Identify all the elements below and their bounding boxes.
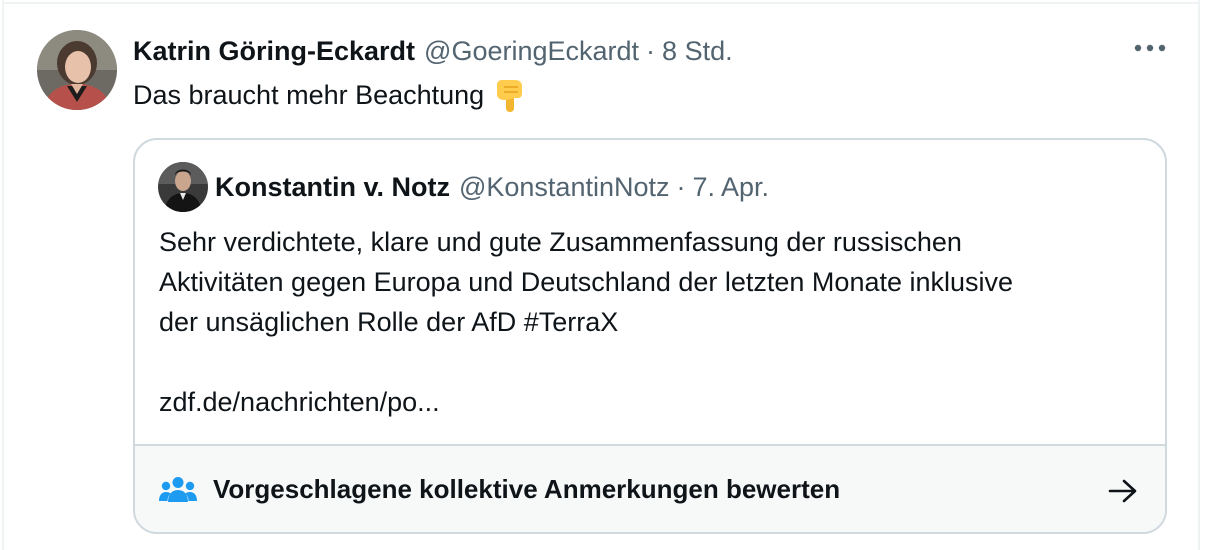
people-icon xyxy=(159,477,197,502)
quoted-text-spacer xyxy=(159,342,1159,382)
quoted-tweet-timestamp[interactable]: 7. Apr. xyxy=(693,172,770,203)
avatar-photo-icon xyxy=(158,162,208,212)
author-name[interactable]: Katrin Göring-Eckardt xyxy=(133,36,415,67)
quoted-header-separator: · xyxy=(676,171,686,202)
author-avatar[interactable] xyxy=(37,30,117,110)
quoted-tweet-header: Konstantin v. Notz @KonstantinNotz · 7. … xyxy=(215,167,769,207)
quoted-author-name[interactable]: Konstantin v. Notz xyxy=(215,172,450,203)
quoted-tweet-body: Sehr verdichtete, klare und gute Zusamme… xyxy=(159,222,1159,422)
more-options-button[interactable] xyxy=(1132,36,1168,60)
quoted-link[interactable]: zdf.de/nachrichten/po... xyxy=(159,382,1159,422)
pointing-down-emoji-icon xyxy=(494,78,524,112)
quoted-text-line: Aktivitäten gegen Europa und Deutschland… xyxy=(159,267,1014,297)
avatar-photo-icon xyxy=(37,30,117,110)
community-notes-label[interactable]: Vorgeschlagene kollektive Anmerkungen be… xyxy=(213,471,840,507)
tweet-header: Katrin Göring-Eckardt @GoeringEckardt · … xyxy=(133,31,733,71)
tweet-text: Das braucht mehr Beachtung xyxy=(133,80,485,110)
author-handle[interactable]: @GoeringEckardt xyxy=(424,36,639,67)
quoted-text-line: der unsäglichen Rolle der AfD #TerraX xyxy=(159,307,619,337)
card-border-right xyxy=(1198,0,1200,550)
quoted-author-handle[interactable]: @KonstantinNotz xyxy=(459,172,670,203)
arrow-right-icon[interactable] xyxy=(1108,478,1138,504)
more-options-icon xyxy=(1134,44,1166,52)
quoted-author-avatar[interactable] xyxy=(158,162,208,212)
quoted-tweet[interactable]: Konstantin v. Notz @KonstantinNotz · 7. … xyxy=(133,138,1167,534)
tweet-card[interactable]: Katrin Göring-Eckardt @GoeringEckardt · … xyxy=(0,0,1210,550)
community-notes-bar[interactable]: Vorgeschlagene kollektive Anmerkungen be… xyxy=(135,444,1165,532)
tweet-body: Das braucht mehr Beachtung xyxy=(133,76,524,114)
header-separator: · xyxy=(646,35,656,66)
quoted-text-line: Sehr verdichtete, klare und gute Zusamme… xyxy=(159,227,962,257)
tweet-timestamp[interactable]: 8 Std. xyxy=(662,36,733,67)
card-border-top xyxy=(2,2,1200,4)
card-border-left xyxy=(2,0,4,550)
